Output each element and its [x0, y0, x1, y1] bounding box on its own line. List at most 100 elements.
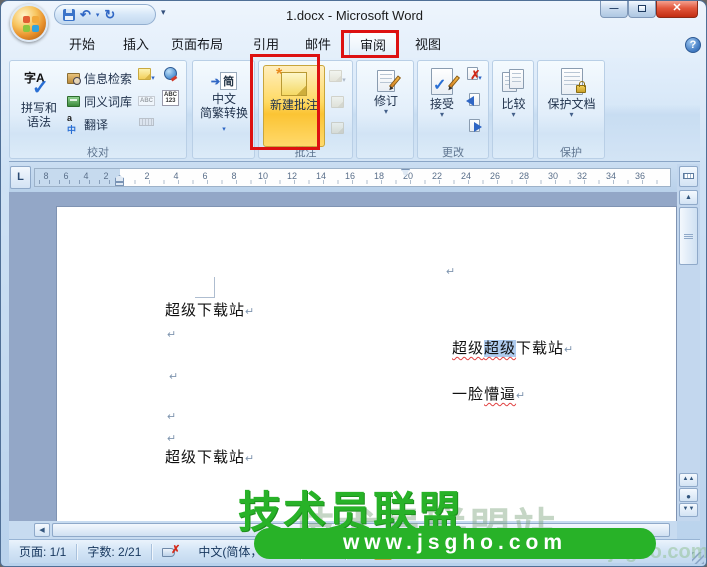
group-changes: ✓ 接受 ▾ ✗▾ 更改 [417, 60, 489, 159]
pilcrow-mark: ↵ [446, 266, 455, 278]
vertical-scrollbar-thumb[interactable] [679, 207, 698, 265]
next-page-button[interactable]: ▼▼ [679, 503, 698, 517]
next-change-button[interactable] [466, 119, 483, 135]
undo-icon[interactable]: ↶ [80, 8, 91, 21]
tab-review[interactable]: 审阅 [349, 32, 397, 57]
tab-view[interactable]: 视图 [405, 32, 451, 57]
zoom-in-button[interactable]: + [579, 545, 593, 559]
tab-mailings[interactable]: 邮件 [295, 32, 341, 57]
word-count-indicator[interactable]: 字数: 2/21 [77, 543, 151, 560]
translate-button[interactable]: a中 翻译 [67, 115, 108, 133]
empty-paragraph[interactable]: ↵ [167, 429, 176, 448]
group-label-changes: 更改 [418, 144, 488, 157]
delete-comment-button[interactable]: ▾ [329, 69, 346, 85]
translate-icon: a中 [67, 113, 80, 136]
chinese-conversion-button[interactable]: ➔简 中文简繁转换 ▾ [196, 65, 252, 153]
spellcheck-status-button[interactable]: ✗ [162, 546, 178, 558]
thesaurus-button[interactable]: 同义词库 [67, 92, 132, 110]
insert-mode-indicator[interactable]: 插入 [301, 543, 345, 560]
resize-grip[interactable] [692, 552, 704, 564]
track-changes-button[interactable]: 修订 ▾ [364, 65, 408, 153]
print-layout-view-button[interactable]: ▤ [374, 544, 392, 560]
group-comments: * 新建批注 ▾ 批注 [258, 60, 353, 159]
office-logo-icon [23, 16, 39, 32]
scroll-up-button[interactable]: ▲ [679, 190, 698, 205]
group-compare: 比较 ▾ [492, 60, 534, 159]
help-icon[interactable]: ? [685, 37, 701, 53]
scroll-left-button[interactable]: ◀ [34, 523, 50, 537]
word-count-button[interactable]: ABC123 [162, 89, 179, 105]
group-label-comments: 批注 [259, 144, 352, 157]
paragraph[interactable]: 超级下载站↵ [165, 449, 254, 468]
accept-button[interactable]: ✓ 接受 ▾ [421, 65, 463, 147]
tab-home[interactable]: 开始 [59, 32, 105, 57]
outline-view-button[interactable]: ≣ [431, 544, 449, 560]
ruler-toggle-button[interactable] [679, 166, 698, 187]
set-language-icon [164, 67, 177, 80]
previous-comment-button[interactable] [329, 95, 346, 111]
fullscreen-reading-view-button[interactable]: ▥ [393, 544, 411, 560]
misspelled-text: 懵逼 [484, 386, 516, 403]
new-comment-button[interactable]: * 新建批注 [263, 65, 325, 147]
page-indicator[interactable]: 页面: 1/1 [9, 543, 76, 560]
restore-icon [638, 5, 646, 12]
left-indent-marker[interactable] [115, 182, 124, 186]
web-layout-view-button[interactable]: ▦ [412, 544, 430, 560]
group-proofing: 字A ✓ 拼写和语法 信息检索 同义词库 a中 翻译 ▾ [9, 60, 187, 159]
word-window: 1.docx - Microsoft Word ↶ ▾ ↻ ▾ — ✕ 开始 插… [0, 0, 707, 567]
tab-insert[interactable]: 插入 [113, 32, 159, 57]
paragraph[interactable]: 超级下载站↵ [165, 302, 254, 321]
window-controls: — ✕ [600, 1, 698, 19]
horizontal-ruler[interactable]: 8 6 4 2 2 4 6 8 10 12 14 16 18 20 22 24 … [34, 168, 671, 187]
minimize-button[interactable]: — [600, 1, 628, 18]
group-tracking: 修订 ▾ [356, 60, 414, 159]
protect-document-button[interactable]: 保护文档 ▾ [543, 65, 600, 147]
tab-page-layout[interactable]: 页面布局 [161, 32, 233, 57]
document-page[interactable]: 超级下载站↵ ↵ ↵ ↵ ↵ 超级下载站↵ ↵ 超级超级下载站↵ [56, 206, 677, 522]
margin-crop-mark [195, 277, 215, 298]
qat-customize-icon[interactable]: ▾ [161, 7, 166, 18]
redo-icon[interactable]: ↻ [104, 8, 115, 21]
word-count-icon: ABC123 [162, 90, 179, 106]
undo-dropdown-icon[interactable]: ▾ [96, 11, 100, 19]
compare-button[interactable]: 比较 ▾ [495, 65, 532, 153]
language-tools-button[interactable]: ABC [138, 89, 155, 105]
window-title: 1.docx - Microsoft Word [121, 8, 588, 23]
empty-paragraph[interactable]: ↵ [169, 367, 178, 386]
spelling-grammar-button[interactable]: 字A ✓ 拼写和语法 [15, 65, 63, 145]
restore-button[interactable] [628, 1, 656, 18]
tab-references[interactable]: 引用 [243, 32, 289, 57]
pilcrow-mark: ↵ [564, 344, 573, 356]
reject-button[interactable]: ✗▾ [466, 67, 483, 83]
tab-selector-button[interactable]: L [10, 166, 31, 189]
select-browse-object-button[interactable]: ● [679, 488, 698, 502]
set-language-button[interactable] [162, 67, 179, 83]
group-chinese-conversion: ➔简 中文简繁转换 ▾ [192, 60, 255, 159]
new-comment-icon: * [281, 72, 307, 96]
save-icon[interactable] [63, 9, 75, 21]
translation-screentip-button[interactable]: ▾ [138, 67, 155, 83]
translation-screentip-icon [138, 68, 151, 80]
ruler-icon [683, 173, 694, 179]
ime-keyboard-button[interactable] [138, 113, 155, 129]
error-cross-icon: ✗ [171, 543, 180, 556]
paragraph-with-selection[interactable]: 超级超级下载站↵ [452, 340, 573, 359]
pilcrow-mark: ↵ [245, 306, 254, 318]
horizontal-scrollbar[interactable]: ◀ [9, 521, 677, 539]
pilcrow-mark: ↵ [516, 390, 525, 402]
previous-change-button[interactable] [466, 93, 483, 109]
protect-document-icon [561, 68, 583, 95]
next-comment-button[interactable] [329, 121, 346, 137]
previous-page-button[interactable]: ▲▲ [679, 473, 698, 487]
horizontal-scrollbar-thumb[interactable] [52, 523, 670, 537]
empty-paragraph[interactable]: ↵ [446, 262, 455, 281]
language-indicator[interactable]: 中文(简体，中国) [188, 543, 300, 560]
paragraph[interactable]: 一脸懵逼↵ [452, 386, 525, 405]
empty-paragraph[interactable]: ↵ [167, 325, 176, 344]
empty-paragraph[interactable]: ↵ [167, 407, 176, 426]
status-bar: 页面: 1/1 字数: 2/21 ✗ 中文(简体，中国) 插入 ▤ ▥ ▦ ≣ … [9, 539, 700, 563]
research-button[interactable]: 信息检索 [67, 69, 132, 87]
vertical-scrollbar[interactable]: ▲ ▲▲ ● ▼▼ [677, 164, 700, 521]
office-button[interactable] [10, 4, 48, 42]
close-button[interactable]: ✕ [656, 1, 698, 18]
